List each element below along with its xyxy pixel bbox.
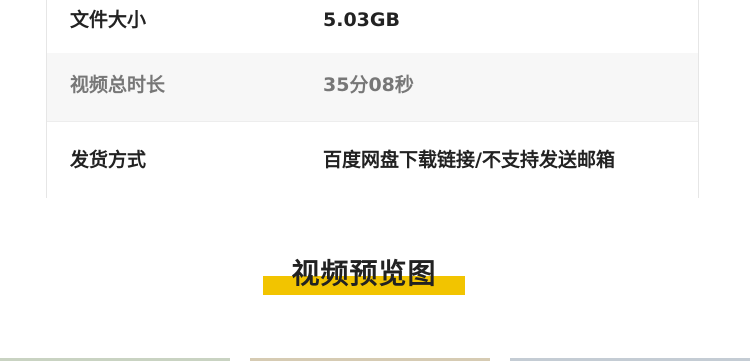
- file-size-value: 5.03GB: [323, 9, 400, 31]
- delivery-value: 百度网盘下载链接/不支持发送邮箱: [323, 149, 615, 171]
- file-size-label: 文件大小: [70, 9, 147, 31]
- info-row-delivery: 发货方式 百度网盘下载链接/不支持发送邮箱: [47, 121, 698, 198]
- delivery-label: 发货方式: [70, 149, 147, 171]
- preview-section-header: 视频预览图: [263, 254, 465, 298]
- duration-label: 视频总时长: [70, 74, 166, 96]
- info-row-duration: 视频总时长 35分08秒: [47, 53, 698, 121]
- preview-section-title: 视频预览图: [291, 257, 437, 290]
- duration-value: 35分08秒: [323, 74, 414, 96]
- product-info-table: 文件大小 5.03GB 视频总时长 35分08秒 发货方式 百度网盘下载链接/不…: [46, 0, 699, 198]
- info-row-file-size: 文件大小 5.03GB: [47, 0, 698, 53]
